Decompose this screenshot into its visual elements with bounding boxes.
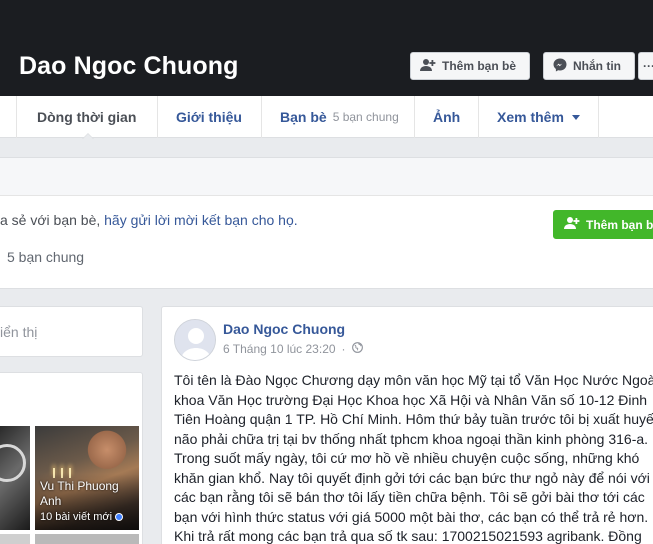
meta-separator: · (341, 342, 346, 356)
cover-area (0, 0, 653, 96)
left-card-text: iển thị (0, 324, 38, 340)
post-timestamp[interactable]: 6 Tháng 10 lúc 23:20 (223, 342, 336, 356)
friend-suggestion-text: a sẻ với bạn bè, hãy gửi lời mời kết bạn… (0, 212, 298, 228)
friend-suggestion-prefix: a sẻ với bạn bè, (0, 212, 105, 228)
more-actions-button[interactable]: ··· (638, 52, 653, 80)
post-line: Khi trả rất mong các bạn trả qua số tk s… (174, 528, 642, 544)
send-request-link[interactable]: hãy gửi lời mời kết bạn cho họ. (104, 212, 298, 228)
friend-suggestion-header (0, 158, 653, 196)
messenger-icon (553, 58, 567, 75)
post-author[interactable]: Dao Ngoc Chuong (223, 321, 345, 337)
tab-more[interactable]: Xem thêm (497, 96, 580, 138)
add-friend-icon (420, 58, 436, 75)
add-friend-button[interactable]: Thêm bạn bè (410, 52, 530, 80)
photo-detail (0, 444, 26, 482)
online-dot-icon (116, 514, 123, 520)
active-tab-indicator-inner (83, 134, 93, 139)
nav-divider (598, 96, 599, 138)
tab-friends-mutual: 5 bạn chung (332, 110, 399, 124)
post-line: khoa Văn Học trường Đại Học Khoa học Xã … (174, 391, 648, 408)
friend-new-posts: 10 bài viết mới (40, 511, 123, 523)
post-line: Trong suốt mấy ngày, tôi cứ mơ hồ về nhi… (174, 450, 640, 466)
add-friend-icon (564, 216, 580, 233)
message-label: Nhắn tin (573, 59, 621, 73)
tab-about[interactable]: Giới thiệu (176, 96, 242, 138)
nav-divider (16, 96, 17, 138)
nav-divider (478, 96, 479, 138)
nav-divider (414, 96, 415, 138)
photo-detail (87, 430, 127, 474)
friend-photo[interactable] (0, 426, 30, 530)
add-friend-green-label: Thêm bạn bè (586, 217, 653, 232)
default-avatar-icon (175, 320, 215, 360)
post-line: Tiên Hoàng quận 1 TP. Hồ Chí Minh. Hôm t… (174, 411, 653, 427)
avatar[interactable] (174, 319, 216, 361)
friend-photo[interactable] (0, 534, 30, 544)
globe-icon[interactable] (351, 342, 363, 356)
more-label: ··· (643, 59, 653, 73)
friend-photo[interactable] (35, 534, 139, 544)
post-line: não phải chữa trị tại bv thống nhất tphc… (174, 430, 649, 447)
mutual-friends-count[interactable]: 5 bạn chung (7, 249, 84, 265)
post-line: các bạn rằng tôi sẽ bán thơ tôi lấy tiền… (174, 489, 645, 505)
tab-friends-label: Bạn bè (280, 109, 327, 125)
add-friend-label: Thêm bạn bè (442, 59, 517, 73)
nav-divider (157, 96, 158, 138)
tab-photos[interactable]: Ảnh (433, 96, 460, 138)
friend-name[interactable]: Vu Thi Phuong Anh (40, 479, 136, 509)
nav-divider (261, 96, 262, 138)
tab-friends[interactable]: Bạn bè 5 bạn chung (280, 96, 399, 138)
message-button[interactable]: Nhắn tin (543, 52, 635, 80)
tab-timeline[interactable]: Dòng thời gian (37, 96, 136, 138)
chevron-down-icon (571, 115, 580, 120)
post-meta: 6 Tháng 10 lúc 23:20 · (223, 342, 363, 356)
add-friend-green-button[interactable]: Thêm bạn bè (553, 210, 653, 239)
profile-name[interactable]: Dao Ngoc Chuong (19, 52, 239, 81)
post-body: Tôi tên là Đào Ngọc Chương dạy môn văn h… (174, 371, 653, 544)
post-line: khăn gian khổ. Nay tôi quyết định gởi tớ… (174, 469, 650, 486)
tab-more-label: Xem thêm (497, 109, 564, 125)
post-line: bạn với hình thức status với giá 5000 mộ… (174, 508, 649, 525)
post-line: Tôi tên là Đào Ngọc Chương dạy môn văn h… (174, 372, 653, 388)
friend-posts-label: 10 bài viết mới (40, 511, 113, 523)
